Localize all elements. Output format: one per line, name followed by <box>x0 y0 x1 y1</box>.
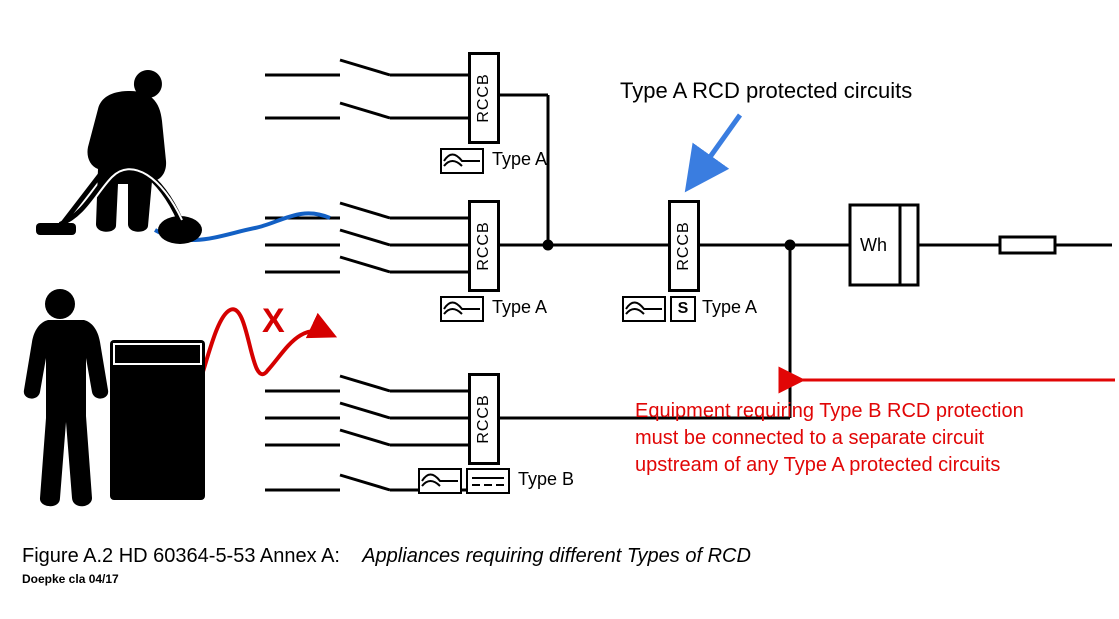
type-a-label-2: Type A <box>492 297 547 318</box>
type-a-label-main: Type A <box>702 297 757 318</box>
blue-arrow-icon <box>690 115 740 185</box>
diagram-stage: RCCB RCCB RCCB RCCB Wh Type A Type A S T… <box>0 0 1119 619</box>
rccb-label: RCCB <box>475 394 493 443</box>
meter-label: Wh <box>860 235 887 256</box>
type-b-label: Type B <box>518 469 574 490</box>
rccb-top: RCCB <box>468 52 500 144</box>
note-red-line2: must be connected to a separate circuit <box>635 425 1119 452</box>
type-a-label-1: Type A <box>492 149 547 170</box>
rccb-label: RCCB <box>475 221 493 270</box>
rccb-label: RCCB <box>675 221 693 270</box>
wrong-x-icon: X <box>262 302 285 341</box>
title-type-a: Type A RCD protected circuits <box>620 78 912 104</box>
note-red-line1: Equipment requiring Type B RCD protectio… <box>635 398 1119 425</box>
caption-prefix: Figure A.2 HD 60364-5-53 Annex A: <box>22 545 340 567</box>
wave-icon <box>440 296 484 322</box>
dc-icon <box>466 468 510 494</box>
wave-icon <box>418 468 462 494</box>
rccb-bottom: RCCB <box>468 373 500 465</box>
person-vacuum-icon <box>30 55 230 255</box>
selective-s-icon: S <box>670 296 696 322</box>
credit: Doepke cla 04/17 <box>22 572 119 586</box>
wave-icon <box>622 296 666 322</box>
person-washer-icon <box>10 280 220 520</box>
rccb-label: RCCB <box>475 73 493 122</box>
wave-icon <box>440 148 484 174</box>
rccb-middle: RCCB <box>468 200 500 292</box>
note-red: Equipment requiring Type B RCD protectio… <box>635 398 1119 479</box>
caption-italic: Appliances requiring different Types of … <box>362 545 751 567</box>
rccb-main: RCCB <box>668 200 700 292</box>
figure-caption: Figure A.2 HD 60364-5-53 Annex A: Applia… <box>22 545 751 568</box>
note-red-line3: upstream of any Type A protected circuit… <box>635 452 1119 479</box>
